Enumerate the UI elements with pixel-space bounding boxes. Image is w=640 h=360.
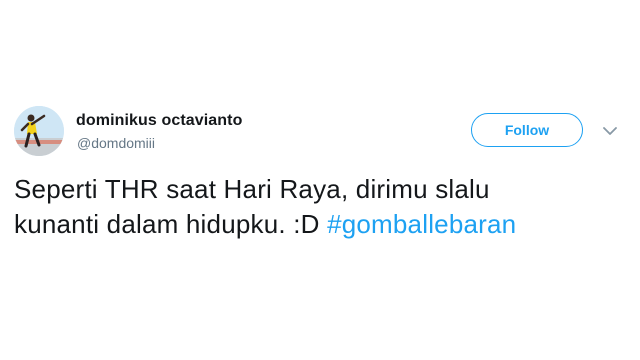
user-handle[interactable]: @domdomiii (77, 135, 155, 151)
tweet-card: dominikus octavianto @domdomiii Follow S… (0, 0, 640, 360)
user-avatar[interactable] (14, 106, 64, 156)
follow-button-label: Follow (504, 122, 550, 138)
tweet-text: Seperti THR saat Hari Raya, dirimu slalu… (14, 172, 624, 242)
avatar-image (14, 106, 64, 156)
tweet-text-line-2: kunanti dalam hidupku. :D #gomballebaran (14, 207, 624, 242)
display-name[interactable]: dominikus octavianto (76, 112, 242, 130)
tweet-menu-button[interactable] (600, 122, 620, 140)
follow-button[interactable]: Follow (471, 113, 583, 147)
chevron-down-icon (603, 127, 617, 135)
tweet-text-line-1: Seperti THR saat Hari Raya, dirimu slalu (14, 174, 490, 204)
tweet-text-line-2-body: kunanti dalam hidupku. :D (14, 209, 328, 239)
hashtag-link[interactable]: #gomballebaran (327, 209, 516, 239)
